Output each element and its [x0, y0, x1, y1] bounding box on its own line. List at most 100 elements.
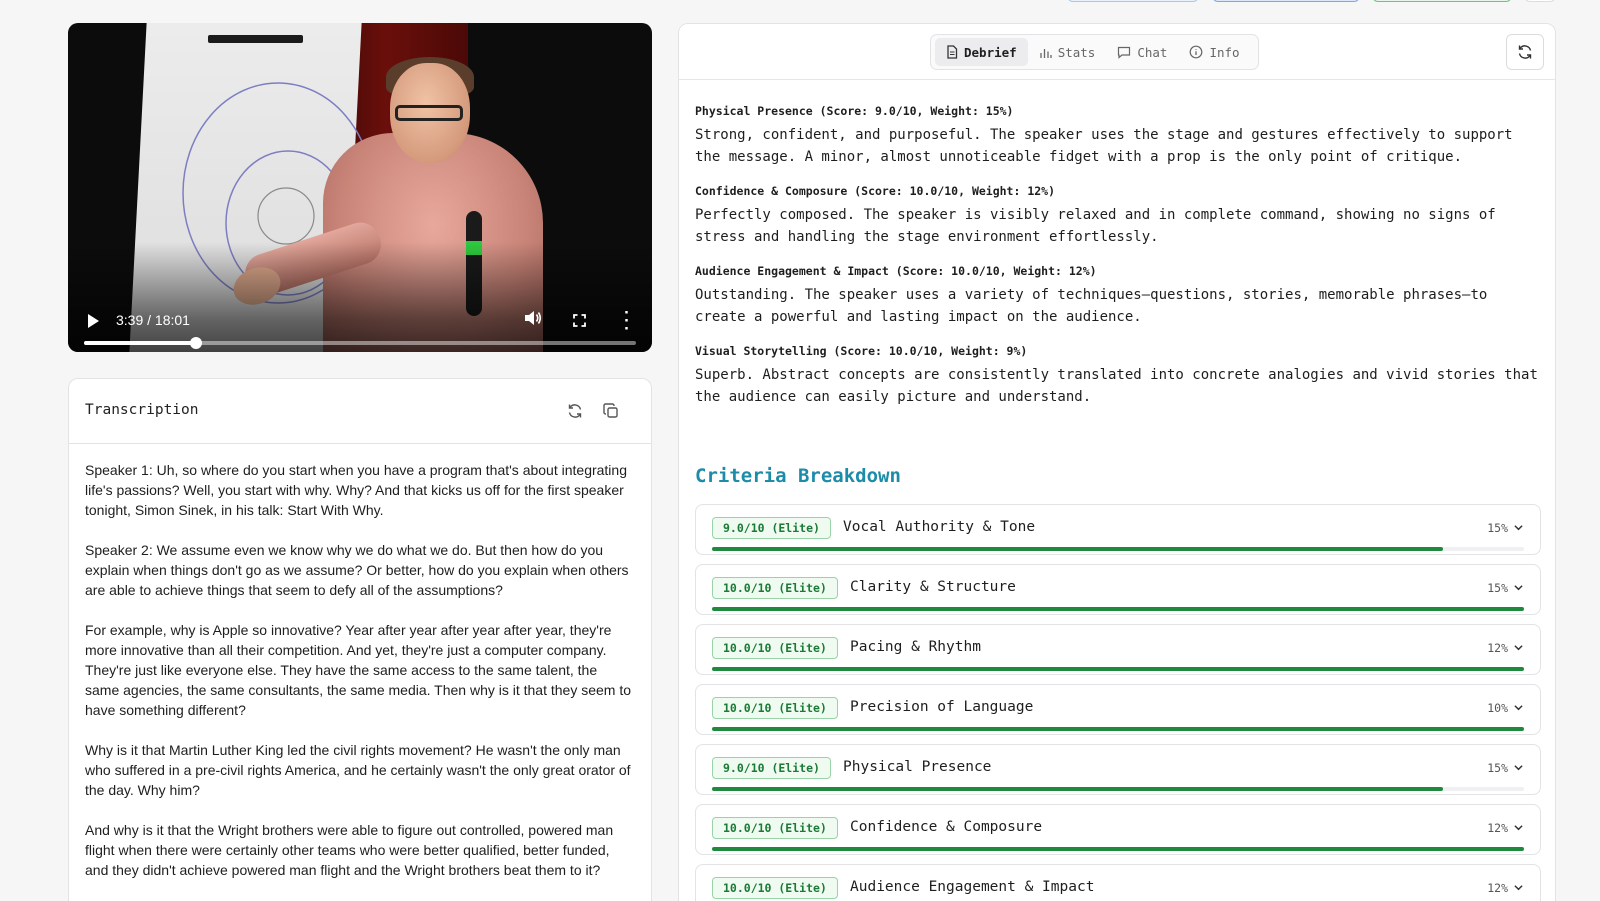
transcription-paragraph: Speaker 1: Uh, so where do you start whe…: [85, 462, 627, 518]
criteria-name: Audience Engagement & Impact: [850, 879, 1095, 895]
top-button-stub[interactable]: [1524, 0, 1556, 2]
score-bar-fill: [712, 547, 1443, 551]
video-progress-fill: [84, 341, 197, 345]
criteria-name: Pacing & Rhythm: [850, 639, 981, 655]
score-bar-fill: [712, 667, 1524, 671]
metric-text: Perfectly composed. The speaker is visib…: [695, 207, 1496, 245]
bar-chart-icon: [1040, 48, 1052, 58]
video-time: 3:39 / 18:01: [116, 312, 190, 328]
video-frame-flipchart-bar: [208, 35, 303, 43]
criteria-row[interactable]: 9.0/10 (Elite) Vocal Authority & Tone 15%: [695, 504, 1541, 555]
score-bar-fill: [712, 727, 1524, 731]
criteria-weight: 12%: [1487, 821, 1508, 835]
score-badge: 9.0/10 (Elite): [712, 757, 831, 779]
top-button-stub[interactable]: [1372, 0, 1512, 2]
copy-icon: [603, 403, 618, 418]
tab-debrief[interactable]: Debrief: [935, 38, 1028, 66]
top-button-stub[interactable]: [1067, 0, 1199, 2]
document-icon: [947, 45, 958, 59]
criteria-weight: 12%: [1487, 881, 1508, 895]
transcription-paragraph: For example, why is Apple so innovative?…: [85, 622, 632, 718]
chevron-down-icon[interactable]: [1514, 643, 1523, 652]
metric-block: Physical Presence (Score: 9.0/10, Weight…: [695, 104, 1541, 168]
transcription-paragraph: Speaker 2: We assume even we know why we…: [85, 542, 629, 598]
score-bar-fill: [712, 847, 1524, 851]
video-progress-track[interactable]: [84, 337, 636, 349]
criteria-name: Physical Presence: [843, 759, 992, 775]
tab-info[interactable]: Info: [1178, 38, 1250, 66]
metric-text: Strong, confident, and purposeful. The s…: [695, 127, 1513, 165]
debrief-panel: Debrief Stats Chat Info Physical Presenc…: [678, 23, 1556, 901]
info-icon: [1190, 45, 1203, 59]
criteria-row[interactable]: 10.0/10 (Elite) Precision of Language 10%: [695, 684, 1541, 735]
refresh-transcription-button[interactable]: [564, 400, 586, 422]
chevron-down-icon[interactable]: [1514, 523, 1523, 532]
criteria-weight: 10%: [1487, 701, 1508, 715]
fullscreen-icon[interactable]: [573, 314, 586, 327]
transcription-text: Speaker 1: Uh, so where do you start whe…: [69, 444, 651, 880]
more-options-icon[interactable]: · · ·: [624, 304, 630, 337]
chevron-down-icon[interactable]: [1514, 823, 1523, 832]
volume-icon[interactable]: [524, 310, 542, 326]
criteria-name: Confidence & Composure: [850, 819, 1043, 835]
transcription-header: Transcription: [69, 379, 651, 444]
tab-label: Chat: [1137, 44, 1168, 60]
criteria-name: Precision of Language: [850, 699, 1034, 715]
video-controls: 3:39 / 18:01 · · ·: [68, 304, 652, 337]
refresh-icon: [1518, 45, 1532, 59]
video-progress-handle[interactable]: [190, 337, 203, 349]
panel-header: Debrief Stats Chat Info: [679, 24, 1555, 80]
transcription-title: Transcription: [85, 402, 199, 418]
transcription-panel: Transcription Speaker 1: Uh, so where do…: [68, 378, 652, 901]
chevron-down-icon[interactable]: [1514, 763, 1523, 772]
criteria-weight: 15%: [1487, 761, 1508, 775]
transcription-paragraph: And why is it that the Wright brothers w…: [85, 822, 614, 878]
criteria-weight: 12%: [1487, 641, 1508, 655]
chevron-down-icon[interactable]: [1514, 703, 1523, 712]
criteria-breakdown-heading: Criteria Breakdown: [695, 465, 901, 487]
metric-block: Audience Engagement & Impact (Score: 10.…: [695, 264, 1541, 328]
refresh-button[interactable]: [1506, 34, 1544, 70]
play-icon[interactable]: [88, 314, 99, 328]
criteria-name: Clarity & Structure: [850, 579, 1016, 595]
metric-title: Visual Storytelling (Score: 10.0/10, Wei…: [695, 344, 1028, 358]
metric-title: Physical Presence (Score: 9.0/10, Weight…: [695, 104, 1014, 118]
tab-bar: Debrief Stats Chat Info: [930, 34, 1259, 70]
metric-text: Outstanding. The speaker uses a variety …: [695, 287, 1488, 325]
score-bar-fill: [712, 607, 1524, 611]
score-badge: 10.0/10 (Elite): [712, 877, 838, 899]
top-button-stub[interactable]: [1212, 0, 1360, 2]
score-badge: 10.0/10 (Elite): [712, 817, 838, 839]
criteria-row[interactable]: 10.0/10 (Elite) Clarity & Structure 15%: [695, 564, 1541, 615]
criteria-row[interactable]: 9.0/10 (Elite) Physical Presence 15%: [695, 744, 1541, 795]
score-bar-fill: [712, 787, 1443, 791]
tab-label: Debrief: [964, 44, 1017, 60]
copy-transcription-button[interactable]: [600, 400, 622, 422]
tab-stats[interactable]: Stats: [1028, 38, 1107, 66]
criteria-name: Vocal Authority & Tone: [843, 519, 1036, 535]
chevron-down-icon[interactable]: [1514, 583, 1523, 592]
criteria-weight: 15%: [1487, 581, 1508, 595]
tab-label: Stats: [1057, 44, 1096, 60]
criteria-row[interactable]: 10.0/10 (Elite) Confidence & Composure 12%: [695, 804, 1541, 855]
metric-title: Audience Engagement & Impact (Score: 10.…: [695, 264, 1097, 278]
video-frame-speaker-glasses: [395, 105, 463, 121]
score-badge: 10.0/10 (Elite): [712, 637, 838, 659]
tab-chat[interactable]: Chat: [1106, 38, 1178, 66]
refresh-icon: [568, 404, 582, 418]
transcription-paragraph: Why is it that Martin Luther King led th…: [85, 742, 631, 798]
chat-icon: [1118, 46, 1131, 59]
metric-block: Visual Storytelling (Score: 10.0/10, Wei…: [695, 344, 1541, 408]
criteria-weight: 15%: [1487, 521, 1508, 535]
score-badge: 10.0/10 (Elite): [712, 577, 838, 599]
score-badge: 9.0/10 (Elite): [712, 517, 831, 539]
metric-text: Superb. Abstract concepts are consistent…: [695, 367, 1538, 405]
criteria-row[interactable]: 10.0/10 (Elite) Pacing & Rhythm 12%: [695, 624, 1541, 675]
chevron-down-icon[interactable]: [1514, 883, 1523, 892]
metric-block: Confidence & Composure (Score: 10.0/10, …: [695, 184, 1541, 248]
tab-label: Info: [1209, 44, 1240, 60]
score-badge: 10.0/10 (Elite): [712, 697, 838, 719]
criteria-row[interactable]: 10.0/10 (Elite) Audience Engagement & Imp…: [695, 864, 1541, 901]
metric-title: Confidence & Composure (Score: 10.0/10, …: [695, 184, 1056, 198]
video-player[interactable]: 3:39 / 18:01 · · ·: [68, 23, 652, 352]
